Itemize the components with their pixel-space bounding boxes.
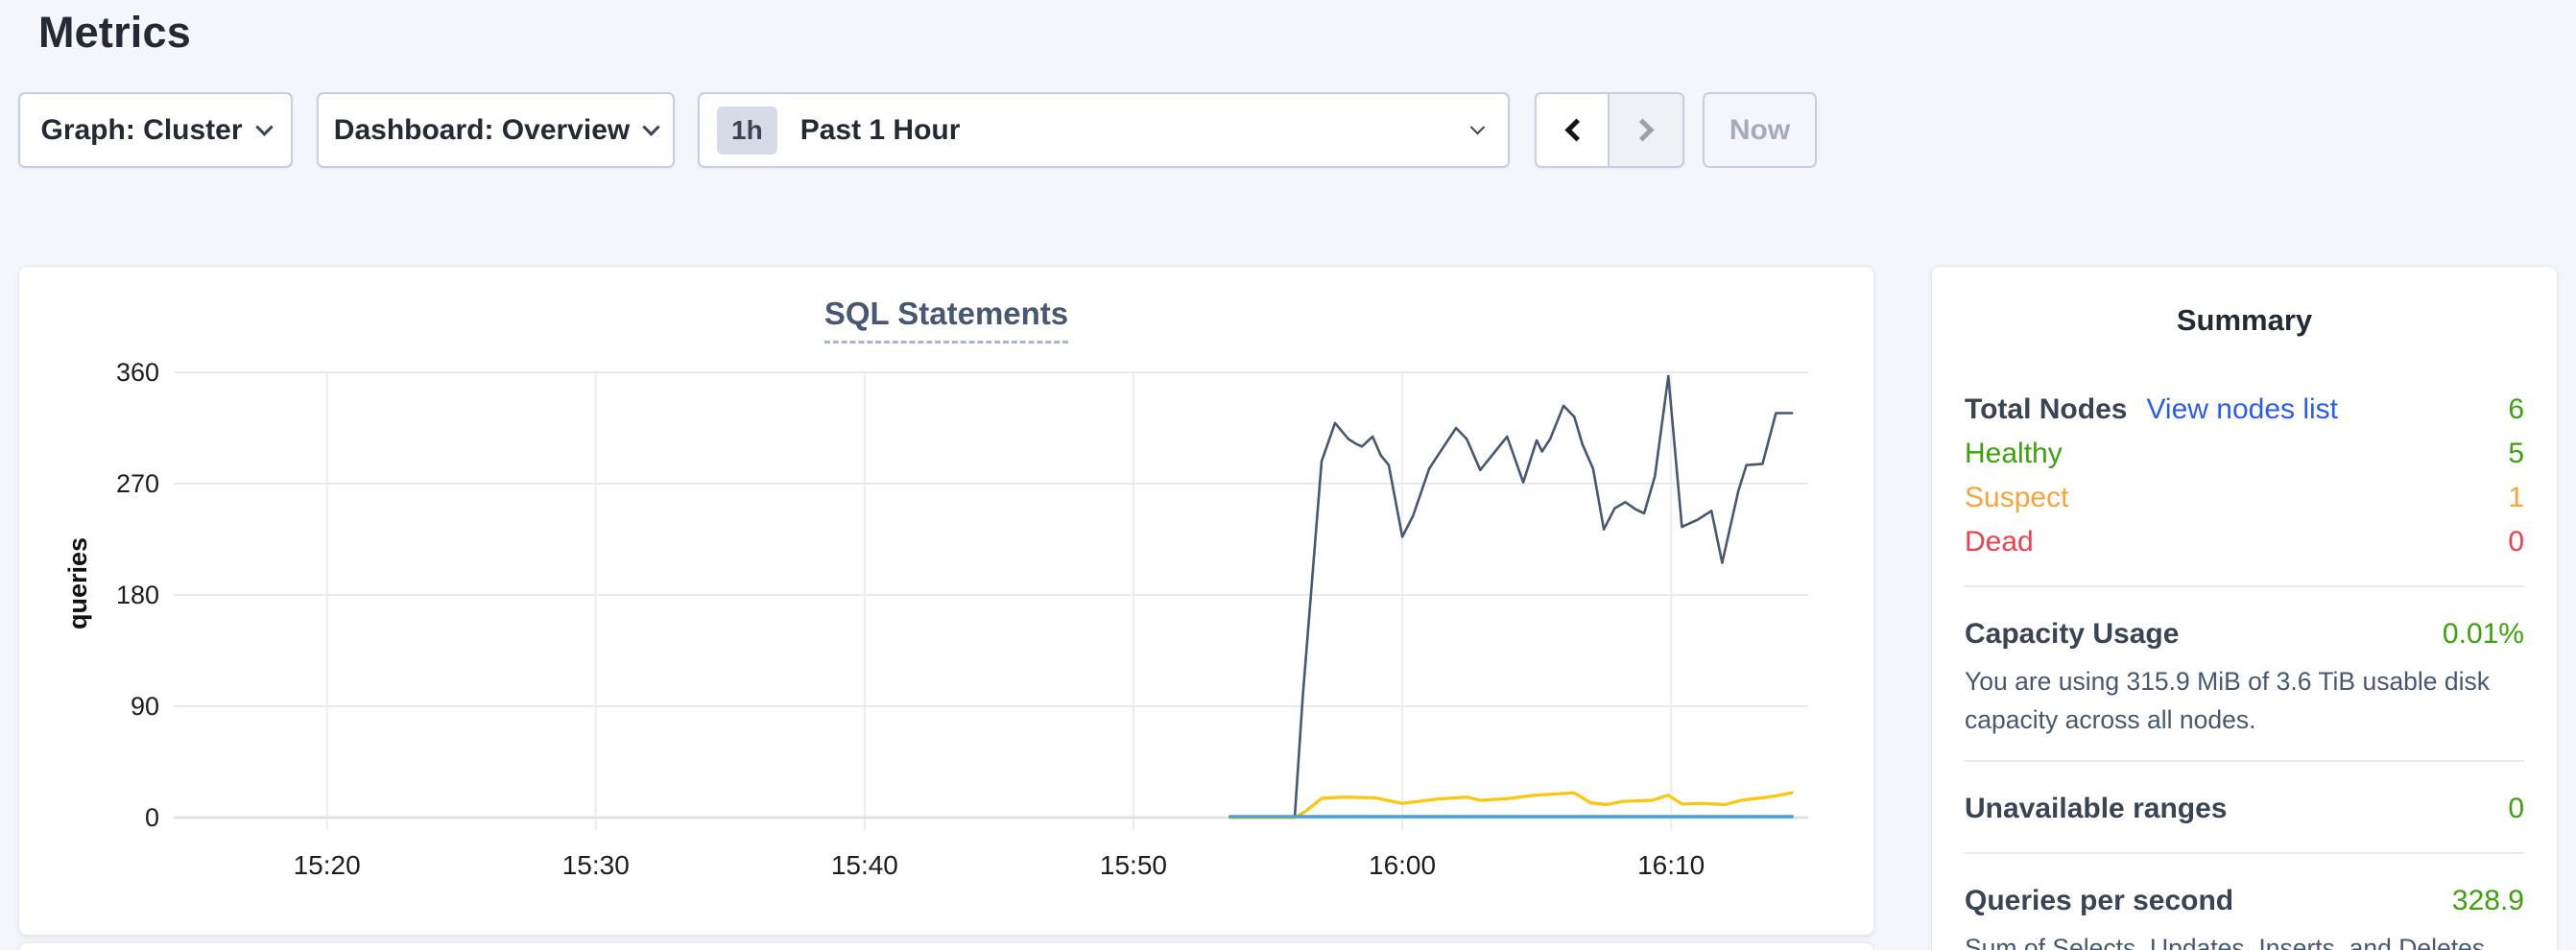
now-button-label: Now — [1729, 114, 1790, 147]
unavailable-ranges-row: Unavailable ranges 0 — [1965, 787, 2524, 831]
total-nodes-value: 6 — [2508, 393, 2524, 426]
time-forward-button[interactable] — [1610, 94, 1682, 166]
queries-per-second-value: 328.9 — [2452, 885, 2524, 917]
y-axis-tick-label: 360 — [116, 358, 159, 387]
time-pager — [1535, 92, 1684, 168]
capacity-usage-value: 0.01% — [2443, 618, 2524, 651]
healthy-nodes-row: Healthy 5 — [1965, 432, 2524, 476]
queries-per-second-row: Queries per second 328.9 — [1965, 879, 2524, 923]
x-axis-tick-label: 15:30 — [562, 850, 630, 880]
time-range-badge: 1h — [717, 107, 777, 154]
graph-dropdown[interactable]: Graph: Cluster — [18, 92, 293, 168]
metrics-page: Metrics Graph: Cluster Dashboard: Overvi… — [0, 0, 2576, 950]
now-button[interactable]: Now — [1703, 92, 1817, 168]
arrow-left-icon — [1564, 118, 1587, 141]
dead-value: 0 — [2508, 526, 2524, 558]
page-title: Metrics — [0, 0, 2576, 58]
x-axis-tick-label: 16:10 — [1637, 850, 1705, 880]
content-row: SQL Statements 15:2015:3015:4015:5016:00… — [18, 266, 2576, 950]
y-axis-tick-label: 90 — [131, 692, 159, 721]
graph-dropdown-label: Graph: Cluster — [40, 114, 242, 147]
dead-label: Dead — [1965, 526, 2034, 558]
chevron-down-icon — [643, 118, 660, 135]
time-back-button[interactable] — [1537, 94, 1610, 166]
arrow-right-icon — [1631, 118, 1654, 141]
view-nodes-list-link[interactable]: View nodes list — [2146, 393, 2338, 426]
chevron-down-icon — [1470, 120, 1486, 135]
healthy-label: Healthy — [1965, 438, 2063, 470]
dead-nodes-row: Dead 0 — [1965, 520, 2524, 564]
sql-statements-chart: 15:20 15:30 15:40 15:50 16:00 16:10 0 90 180 270 3… — [19, 267, 1875, 937]
unavailable-ranges-label: Unavailable ranges — [1965, 793, 2227, 825]
summary-title: Summary — [1965, 303, 2524, 338]
x-axis-tick-label: 16:00 — [1369, 850, 1436, 880]
chart-series-line-dark-slate — [1230, 376, 1792, 818]
suspect-nodes-row: Suspect 1 — [1965, 476, 2524, 520]
queries-per-second-description: Sum of Selects, Updates, Inserts, and De… — [1965, 929, 2524, 950]
total-nodes-row: Total Nodes View nodes list 6 — [1965, 388, 2524, 432]
divider — [1965, 760, 2524, 762]
time-range-label: Past 1 Hour — [800, 114, 1472, 147]
suspect-label: Suspect — [1965, 482, 2068, 514]
capacity-usage-label: Capacity Usage — [1965, 618, 2179, 651]
toolbar: Graph: Cluster Dashboard: Overview 1h Pa… — [18, 92, 2576, 168]
healthy-value: 5 — [2508, 438, 2524, 470]
y-axis-tick-label: 0 — [145, 803, 159, 832]
sql-statements-chart-card: SQL Statements 15:2015:3015:4015:5016:00… — [18, 266, 1874, 936]
divider — [1965, 852, 2524, 854]
summary-panel: Summary Total Nodes View nodes list 6 He… — [1931, 266, 2558, 950]
queries-per-second-label: Queries per second — [1965, 885, 2233, 917]
dashboard-dropdown-label: Dashboard: Overview — [334, 114, 630, 147]
divider — [1965, 585, 2524, 587]
y-axis-title: queries — [63, 537, 92, 629]
capacity-usage-row: Capacity Usage 0.01% — [1965, 612, 2524, 656]
suspect-value: 1 — [2508, 482, 2524, 514]
y-axis-tick-label: 270 — [116, 469, 159, 498]
next-chart-card-partial — [18, 942, 1874, 950]
x-axis-tick-label: 15:20 — [294, 850, 361, 880]
chart-series-line-yellow — [1230, 793, 1792, 818]
node-status-rows: Total Nodes View nodes list 6 Healthy 5 … — [1965, 388, 2524, 564]
dashboard-dropdown[interactable]: Dashboard: Overview — [317, 92, 675, 168]
x-axis-tick-label: 15:50 — [1100, 850, 1167, 880]
x-axis-tick-label: 15:40 — [831, 850, 898, 880]
chevron-down-icon — [255, 118, 273, 135]
total-nodes-label: Total Nodes — [1965, 393, 2127, 426]
time-range-picker[interactable]: 1h Past 1 Hour — [698, 92, 1510, 168]
unavailable-ranges-value: 0 — [2508, 793, 2524, 825]
y-axis-tick-label: 180 — [116, 581, 159, 609]
capacity-usage-description: You are using 315.9 MiB of 3.6 TiB usabl… — [1965, 662, 2524, 739]
